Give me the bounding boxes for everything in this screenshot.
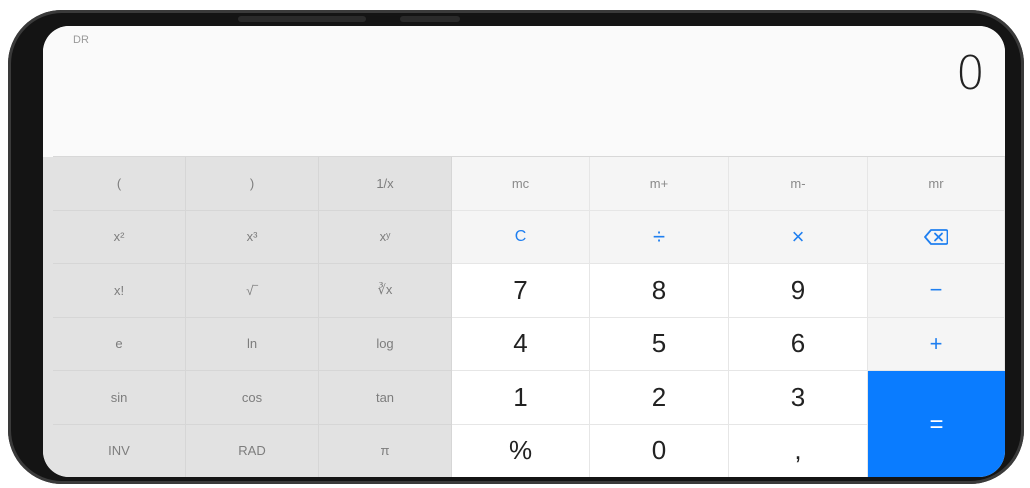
clear-button[interactable]: C xyxy=(452,210,590,264)
digit-2-button[interactable]: 2 xyxy=(590,371,729,425)
square-button[interactable]: x² xyxy=(53,210,186,264)
plus-button[interactable]: + xyxy=(868,317,1005,371)
digit-5-button[interactable]: 5 xyxy=(590,317,729,371)
cube-root-button[interactable]: ∛x xyxy=(319,264,452,318)
angle-unit-button[interactable]: RAD xyxy=(186,424,319,477)
angle-mode-indicator: DR xyxy=(73,34,89,46)
cos-button[interactable]: cos xyxy=(186,371,319,425)
minus-button[interactable]: − xyxy=(868,264,1005,318)
power-button[interactable]: xʸ xyxy=(319,210,452,264)
memory-recall-button[interactable]: mr xyxy=(868,157,1005,211)
digit-8-button[interactable]: 8 xyxy=(590,264,729,318)
equals-button[interactable]: = xyxy=(868,371,1005,477)
square-root-button[interactable]: √‾ xyxy=(186,264,319,318)
reciprocal-button[interactable]: 1/x xyxy=(319,157,452,211)
multiply-button[interactable]: × xyxy=(729,210,868,264)
log-button[interactable]: log xyxy=(319,317,452,371)
close-paren-button[interactable]: ) xyxy=(186,157,319,211)
digit-1-button[interactable]: 1 xyxy=(452,371,590,425)
cube-button[interactable]: x³ xyxy=(186,210,319,264)
memory-clear-button[interactable]: mc xyxy=(452,157,590,211)
percent-button[interactable]: % xyxy=(452,424,590,477)
backspace-button[interactable] xyxy=(868,210,1005,264)
divide-button[interactable]: ÷ xyxy=(590,210,729,264)
power-button xyxy=(400,16,460,22)
open-paren-button[interactable]: ( xyxy=(53,157,186,211)
digit-9-button[interactable]: 9 xyxy=(729,264,868,318)
keypad: ( ) 1/x mc m+ m- mr x² x³ xʸ C ÷ × x! √‾… xyxy=(43,156,1005,477)
decimal-button[interactable]: , xyxy=(729,424,868,477)
calculator-screen: DR 0 ( ) 1/x mc m+ m- mr x² x³ xʸ C ÷ × … xyxy=(43,26,1005,477)
euler-button[interactable]: e xyxy=(53,317,186,371)
tan-button[interactable]: tan xyxy=(319,371,452,425)
backspace-icon xyxy=(924,228,948,245)
memory-add-button[interactable]: m+ xyxy=(590,157,729,211)
volume-button xyxy=(238,16,366,22)
digit-7-button[interactable]: 7 xyxy=(452,264,590,318)
sin-button[interactable]: sin xyxy=(53,371,186,425)
calculator-display: DR 0 xyxy=(43,26,1005,156)
digit-3-button[interactable]: 3 xyxy=(729,371,868,425)
memory-subtract-button[interactable]: m- xyxy=(729,157,868,211)
pi-button[interactable]: π xyxy=(319,424,452,477)
ln-button[interactable]: ln xyxy=(186,317,319,371)
digit-4-button[interactable]: 4 xyxy=(452,317,590,371)
factorial-button[interactable]: x! xyxy=(53,264,186,318)
digit-6-button[interactable]: 6 xyxy=(729,317,868,371)
inverse-button[interactable]: INV xyxy=(53,424,186,477)
digit-0-button[interactable]: 0 xyxy=(590,424,729,477)
result-value: 0 xyxy=(955,46,985,100)
